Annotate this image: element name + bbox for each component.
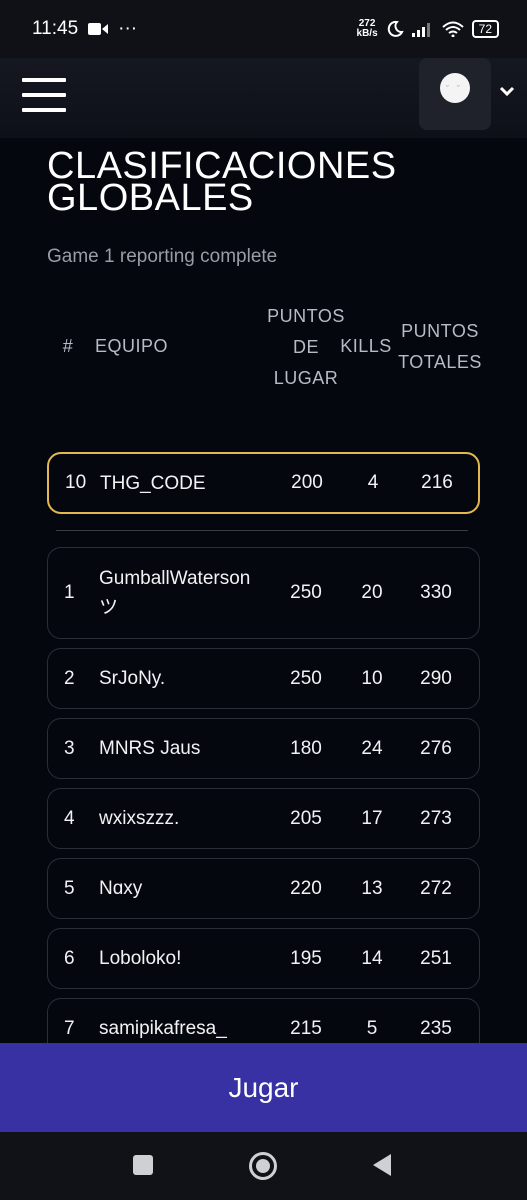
table-row[interactable]: 4 wxixszzz. 205 17 273 (47, 788, 480, 849)
kills: 20 (361, 582, 383, 603)
place-points: 195 (290, 947, 322, 969)
column-header-total-points: PUNTOS TOTALES (398, 321, 482, 372)
app-header: ᵕᵕ (0, 58, 527, 138)
avatar: ᵕᵕ (440, 73, 470, 103)
rank: 6 (64, 947, 75, 969)
place-points: 180 (290, 737, 322, 759)
column-header-team: EQUIPO (95, 336, 169, 356)
wifi-icon (441, 21, 464, 37)
column-header-rank: # (62, 336, 74, 356)
back-icon[interactable] (373, 1154, 391, 1176)
chevron-down-icon[interactable] (496, 80, 518, 102)
kills: 13 (361, 877, 383, 899)
team-name: SrJoNy. (99, 668, 166, 689)
rank: 2 (64, 667, 75, 689)
rank: 4 (64, 807, 75, 829)
profile-button[interactable]: ᵕᵕ (419, 58, 491, 130)
my-team-row[interactable]: 10 THG_CODE 200 4 216 (47, 452, 480, 514)
kills: 4 (367, 472, 379, 493)
total-points: 276 (420, 737, 452, 759)
place-points: 205 (290, 807, 322, 829)
rank: 10 (65, 472, 87, 493)
signal-icon (411, 23, 430, 37)
team-name: wxixszzz. (99, 808, 180, 829)
recents-icon[interactable] (133, 1155, 153, 1175)
page-subtitle: Game 1 reporting complete (47, 246, 278, 267)
rank: 3 (64, 737, 75, 759)
net-speed: 272 kB/s (356, 18, 378, 39)
system-nav-bar (0, 1132, 527, 1200)
play-button[interactable]: Jugar (0, 1043, 527, 1132)
kills: 24 (361, 737, 383, 759)
total-points: 273 (420, 807, 452, 829)
home-icon[interactable] (249, 1152, 277, 1180)
place-points: 200 (291, 472, 323, 493)
place-points: 220 (290, 877, 322, 899)
table-row[interactable]: 6 Loboloko! 195 14 251 (47, 928, 480, 989)
place-points: 250 (290, 667, 322, 689)
battery-icon: 72 (471, 20, 499, 38)
table-row[interactable]: 2 SrJoNy. 250 10 290 (47, 648, 480, 709)
column-header-kills: KILLS (340, 336, 392, 356)
more-notifications: ··· (118, 18, 138, 39)
table-row[interactable]: 3 MNRS Jaus 180 24 276 (47, 718, 480, 779)
total-points: 330 (420, 582, 452, 603)
video-icon (88, 23, 109, 35)
total-points: 251 (420, 947, 452, 969)
divider (56, 530, 468, 531)
kills: 14 (361, 947, 383, 969)
team-name: GumballWaterson ツ (99, 568, 251, 618)
table-row[interactable]: 1 GumballWaterson ツ 250 20 330 (47, 547, 480, 639)
rank: 5 (64, 877, 75, 899)
column-header-place-points: PUNTOS DE LUGAR (267, 306, 345, 388)
team-name: MNRS Jaus (99, 738, 201, 759)
team-name: Loboloko! (99, 948, 182, 969)
rank: 1 (64, 582, 75, 603)
kills: 10 (361, 667, 383, 689)
menu-icon[interactable] (22, 78, 66, 112)
team-name: THG_CODE (100, 472, 206, 494)
place-points: 250 (290, 582, 322, 603)
moon-icon (387, 20, 404, 37)
team-name: Nɑxy (99, 878, 143, 899)
kills: 17 (361, 807, 383, 829)
total-points: 272 (420, 877, 452, 899)
table-row[interactable]: 5 Nɑxy 220 13 272 (47, 858, 480, 919)
status-bar: 11:45 ··· 272 kB/s 72 (0, 0, 527, 58)
page-title: CLASIFICACIONES GLOBALES (47, 145, 397, 219)
total-points: 290 (420, 667, 452, 689)
total-points: 216 (421, 472, 453, 493)
status-time: 11:45 (32, 18, 79, 39)
